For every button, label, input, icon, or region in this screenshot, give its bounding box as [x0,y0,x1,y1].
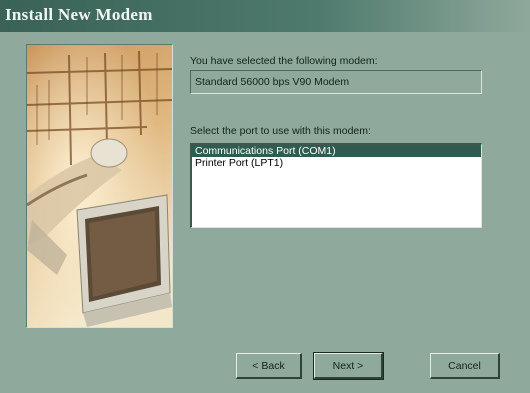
back-button[interactable]: < Back [236,353,302,379]
window-title: Install New Modem [5,5,153,24]
selected-modem-label: You have selected the following modem: [190,55,378,67]
port-select-label: Select the port to use with this modem: [190,125,371,137]
wizard-illustration [26,44,173,328]
next-button[interactable]: Next > [313,352,384,380]
port-listbox[interactable]: Communications Port (COM1) Printer Port … [190,143,482,228]
title-bar[interactable]: Install New Modem [0,0,530,32]
port-option-com1[interactable]: Communications Port (COM1) [192,145,481,157]
modem-name-value: Standard 56000 bps V90 Modem [195,76,350,88]
modem-name-field: Standard 56000 bps V90 Modem [190,70,482,94]
cancel-button[interactable]: Cancel [430,353,500,379]
modem-computer-illustration-icon [27,45,172,327]
port-option-lpt1[interactable]: Printer Port (LPT1) [192,157,481,169]
